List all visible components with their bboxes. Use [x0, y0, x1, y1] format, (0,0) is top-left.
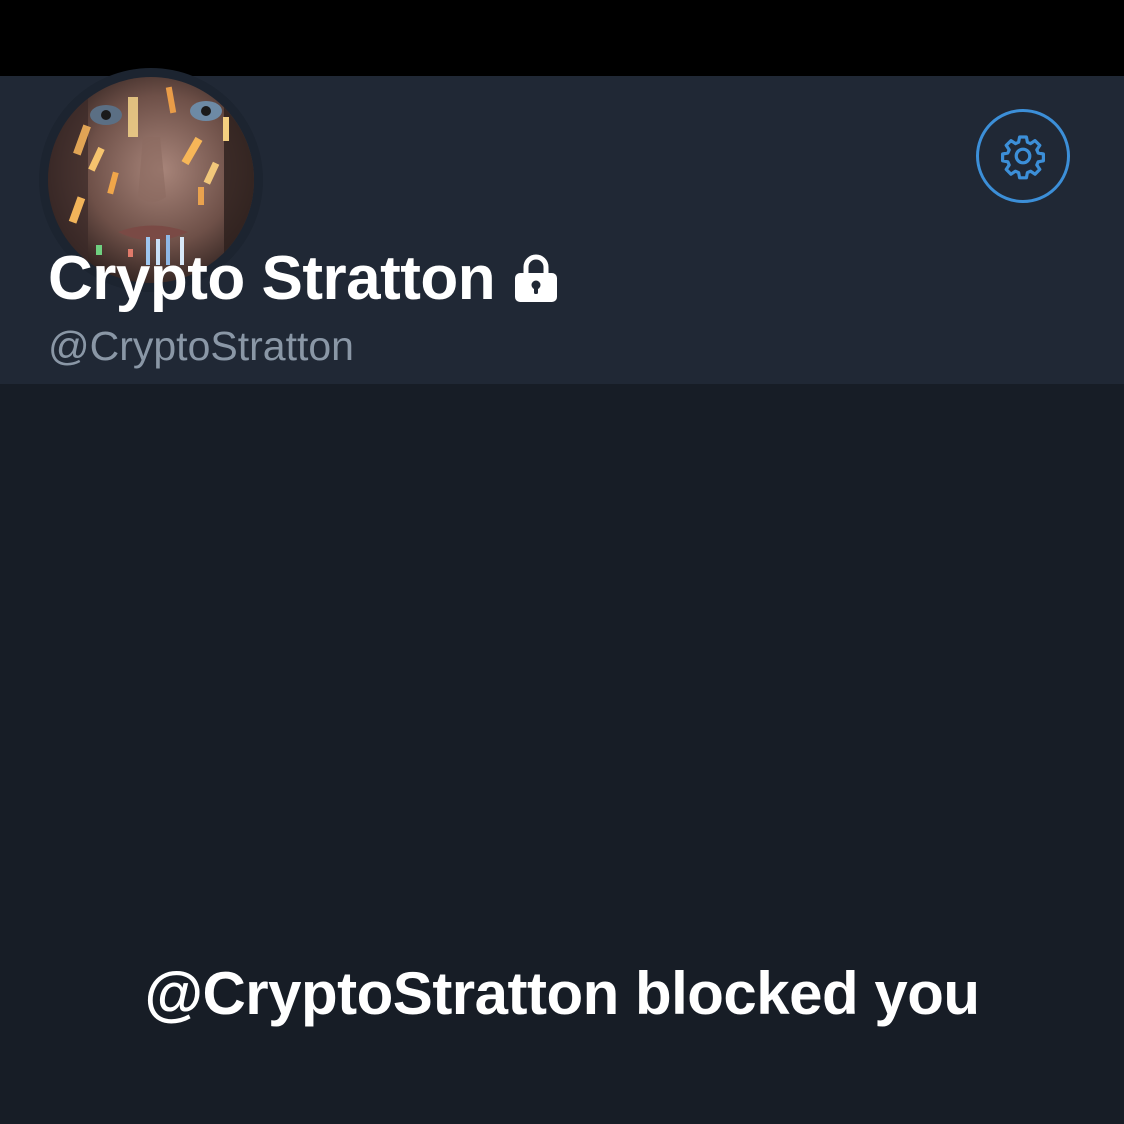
profile-header: Crypto Stratton @CryptoStratton — [0, 68, 1124, 384]
blocked-message: @CryptoStratton blocked you — [144, 960, 980, 1027]
gear-icon — [1001, 135, 1045, 180]
lock-icon — [515, 254, 558, 302]
profile-handle: @CryptoStratton — [48, 323, 354, 369]
display-name-row: Crypto Stratton — [48, 242, 559, 316]
profile-banner — [0, 0, 1124, 76]
display-name: Crypto Stratton — [48, 244, 496, 313]
settings-button[interactable] — [976, 109, 1070, 203]
